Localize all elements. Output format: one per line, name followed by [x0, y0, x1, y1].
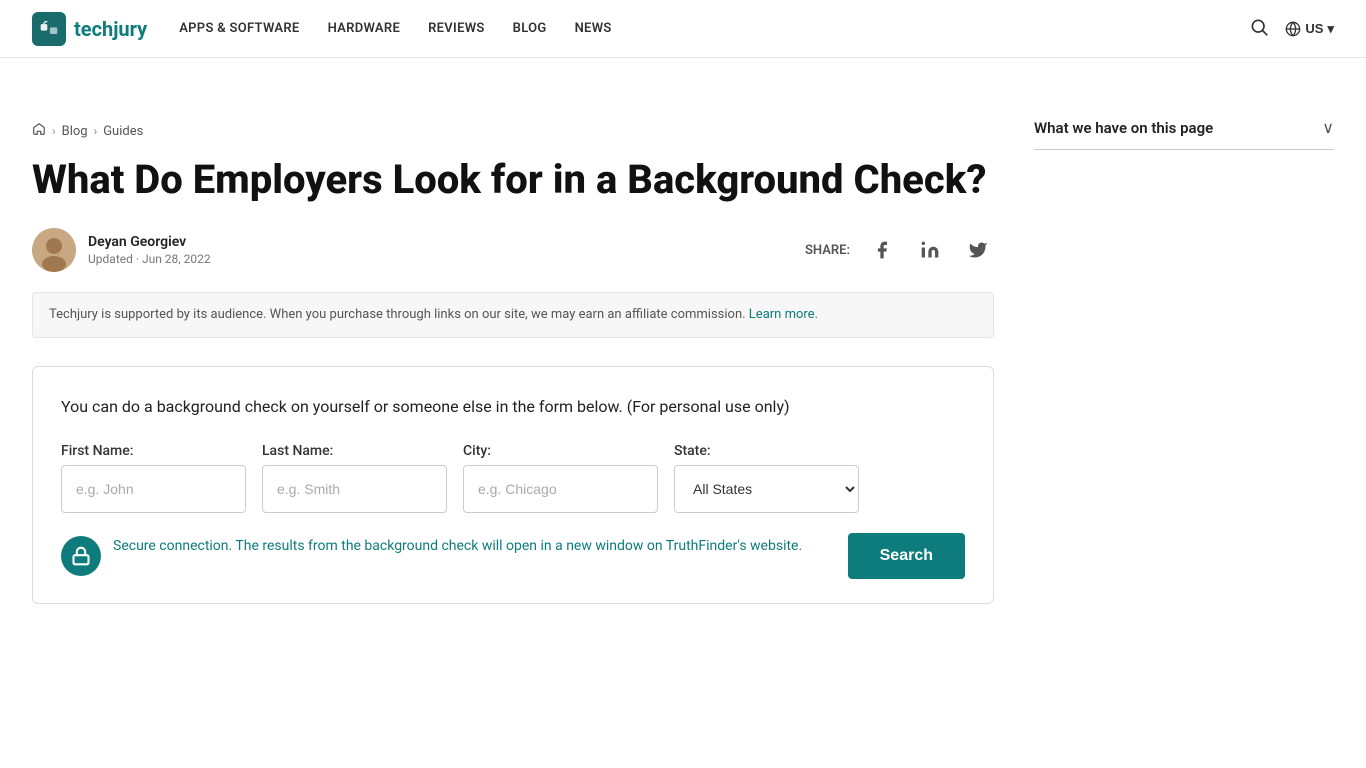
breadcrumb-guides[interactable]: Guides [103, 124, 143, 139]
search-button[interactable]: Search [848, 533, 965, 579]
city-field-group: City: [463, 443, 658, 513]
disclaimer-text: Techjury is supported by its audience. W… [49, 307, 746, 322]
locale-chevron-icon: ▾ [1327, 21, 1334, 37]
header-left: techjury APPS & SOFTWARE HARDWARE REVIEW… [32, 12, 612, 46]
logo-icon [32, 12, 66, 46]
site-header: techjury APPS & SOFTWARE HARDWARE REVIEW… [0, 0, 1366, 58]
lock-icon [61, 536, 101, 576]
author-info: Deyan Georgiev Updated · Jun 28, 2022 [88, 234, 211, 266]
disclaimer-link[interactable]: Learn more. [749, 307, 818, 322]
logo-text: techjury [74, 17, 147, 41]
form-widget: You can do a background check on yoursel… [32, 366, 994, 604]
first-name-label: First Name: [61, 443, 246, 459]
city-label: City: [463, 443, 658, 459]
toc-chevron-icon: ∨ [1322, 118, 1334, 137]
linkedin-icon[interactable] [914, 234, 946, 266]
state-label: State: [674, 443, 859, 459]
logo[interactable]: techjury [32, 12, 147, 46]
locale-button[interactable]: US ▾ [1285, 21, 1334, 37]
globe-icon [1285, 21, 1301, 37]
share-label: SHARE: [805, 243, 850, 258]
main-content: › Blog › Guides What Do Employers Look f… [0, 98, 1366, 636]
nav-hardware[interactable]: HARDWARE [328, 21, 401, 36]
author-name: Deyan Georgiev [88, 234, 211, 250]
locale-label: US [1305, 21, 1323, 36]
header-right: US ▾ [1249, 17, 1334, 41]
article-column: › Blog › Guides What Do Employers Look f… [32, 98, 994, 636]
sidebar-toc: What we have on this page ∨ [1034, 118, 1334, 150]
search-icon[interactable] [1249, 17, 1269, 41]
breadcrumb-chevron-2: › [94, 124, 98, 138]
breadcrumb-chevron-1: › [52, 124, 56, 138]
nav-news[interactable]: NEWS [575, 21, 612, 36]
secure-info: Secure connection. The results from the … [61, 536, 848, 576]
main-nav: APPS & SOFTWARE HARDWARE REVIEWS BLOG NE… [179, 21, 611, 36]
facebook-icon[interactable] [866, 234, 898, 266]
breadcrumb-home[interactable] [32, 122, 46, 140]
sidebar: What we have on this page ∨ [1034, 98, 1334, 636]
nav-apps-software[interactable]: APPS & SOFTWARE [179, 21, 299, 36]
toc-header[interactable]: What we have on this page ∨ [1034, 118, 1334, 137]
secure-text: Secure connection. The results from the … [113, 536, 802, 557]
form-fields: First Name: Last Name: City: State: All … [61, 443, 965, 513]
nav-reviews[interactable]: REVIEWS [428, 21, 485, 36]
toc-title: What we have on this page [1034, 119, 1213, 137]
author-left: Deyan Georgiev Updated · Jun 28, 2022 [32, 228, 211, 272]
nav-blog[interactable]: BLOG [513, 21, 547, 36]
first-name-input[interactable] [61, 465, 246, 513]
state-field-group: State: All StatesAlabamaAlaskaArizonaArk… [674, 443, 859, 513]
share-row: SHARE: [805, 234, 994, 266]
avatar [32, 228, 76, 272]
twitter-icon[interactable] [962, 234, 994, 266]
breadcrumb: › Blog › Guides [32, 122, 994, 140]
city-input[interactable] [463, 465, 658, 513]
last-name-field-group: Last Name: [262, 443, 447, 513]
first-name-field-group: First Name: [61, 443, 246, 513]
author-date: Updated · Jun 28, 2022 [88, 252, 211, 266]
disclaimer-box: Techjury is supported by its audience. W… [32, 292, 994, 338]
last-name-input[interactable] [262, 465, 447, 513]
form-footer: Secure connection. The results from the … [61, 533, 965, 579]
content-layout: › Blog › Guides What Do Employers Look f… [32, 98, 1334, 636]
last-name-label: Last Name: [262, 443, 447, 459]
form-description: You can do a background check on yoursel… [61, 395, 965, 419]
home-icon [32, 122, 46, 136]
breadcrumb-blog[interactable]: Blog [62, 124, 88, 139]
article-title: What Do Employers Look for in a Backgrou… [32, 156, 994, 204]
state-select[interactable]: All StatesAlabamaAlaskaArizonaArkansasCa… [674, 465, 859, 513]
author-row: Deyan Georgiev Updated · Jun 28, 2022 SH… [32, 228, 994, 272]
